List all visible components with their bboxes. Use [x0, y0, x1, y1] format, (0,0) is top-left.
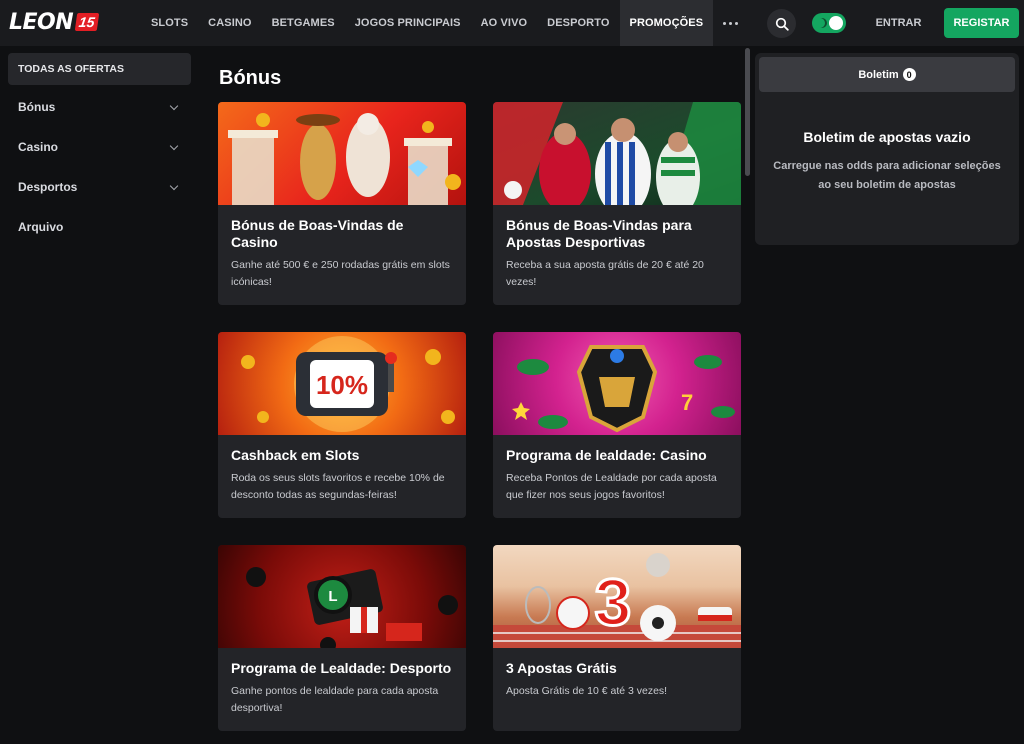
promo-card-casino-welcome[interactable]: Bónus de Boas-Vindas de Casino Ganhe até… [218, 102, 466, 305]
promo-image [218, 102, 466, 205]
promo-card-3-free-bets[interactable]: 3 3 Apostas Grátis Aposta Grátis de 10 €… [493, 545, 741, 731]
promo-card-sports-welcome[interactable]: Bónus de Boas-Vindas para Apostas Despor… [493, 102, 741, 305]
page-title: Bónus [219, 67, 282, 89]
sidebar-item-label: Bónus [18, 100, 56, 114]
promo-card-title: Cashback em Slots [231, 447, 360, 463]
chevron-down-icon [169, 141, 179, 150]
promo-card-desc: Ganhe até 500 € e 250 rodadas grátis em … [231, 259, 450, 288]
promo-card-title: Programa de lealdade: Casino [506, 447, 707, 463]
betslip-tab-label: Boletim [858, 68, 899, 81]
sidebar-item-label: Casino [18, 140, 59, 154]
promo-image: 7 [493, 332, 741, 435]
promo-card-title: Bónus de Boas-Vindas para Apostas Despor… [506, 217, 692, 250]
promo-card-title: Bónus de Boas-Vindas de Casino [231, 217, 404, 250]
betslip-count-badge: 0 [902, 68, 916, 81]
promo-image: L [218, 545, 466, 648]
betslip-empty-title: Boletim de apostas vazio [803, 129, 971, 145]
svg-text:10%: 10% [316, 370, 368, 400]
chevron-down-icon [169, 101, 179, 110]
promo-card-desc: Roda os seus slots favoritos e recebe 10… [231, 472, 445, 501]
nav-desporto[interactable]: DESPORTO [537, 0, 619, 46]
sidebar-item-casino[interactable]: Casino [8, 127, 191, 167]
promo-card-sports-loyalty[interactable]: L Programa de Lealdade: Desporto Ganhe p… [218, 545, 466, 731]
search-icon [775, 17, 789, 31]
svg-text:L: L [328, 588, 337, 605]
logo-badge: 15 [74, 13, 100, 31]
sidebar-item-arquivo[interactable]: Arquivo [8, 207, 191, 247]
promo-sidebar: TODAS AS OFERTAS Bónus Casino Desportos … [8, 53, 191, 247]
main-nav: SLOTS CASINO BETGAMES JOGOS PRINCIPAIS A… [141, 0, 748, 46]
more-menu-icon[interactable] [713, 0, 748, 46]
betslip-tab[interactable]: Boletim 0 [759, 57, 1015, 92]
nav-promocoes[interactable]: PROMOÇÕES [619, 0, 714, 46]
betslip-panel: Boletim 0 Boletim de apostas vazio Carre… [755, 53, 1019, 245]
sidebar-item-all-offers[interactable]: TODAS AS OFERTAS [8, 53, 191, 85]
search-button[interactable] [767, 9, 796, 38]
register-button[interactable]: REGISTAR [944, 8, 1019, 38]
sidebar-item-label: Desportos [18, 180, 78, 194]
promo-card-desc: Receba a sua aposta grátis de 20 € até 2… [506, 259, 704, 288]
promo-image: 10% [218, 332, 466, 435]
promotions-main: Bónus Bónus de Boas-Vindas de Casino Gan… [218, 53, 742, 744]
nav-casino[interactable]: CASINO [198, 0, 261, 46]
login-button[interactable]: ENTRAR [862, 8, 935, 38]
chevron-down-icon [169, 181, 179, 190]
promo-card-title: Programa de Lealdade: Desporto [231, 660, 452, 676]
betslip-empty-desc: Carregue nas odds para adicionar seleçõe… [773, 160, 1001, 191]
theme-toggle[interactable] [812, 13, 846, 33]
sidebar-item-label: Arquivo [18, 220, 64, 234]
toggle-knob [829, 16, 843, 30]
promo-card-title: 3 Apostas Grátis [506, 660, 617, 676]
promo-card-desc: Aposta Grátis de 10 € até 3 vezes! [506, 685, 668, 697]
promo-image [493, 102, 741, 205]
moon-icon [817, 18, 827, 28]
nav-slots[interactable]: SLOTS [141, 0, 198, 46]
promo-card-desc: Receba Pontos de Lealdade por cada apost… [506, 472, 717, 501]
nav-betgames[interactable]: BETGAMES [262, 0, 345, 46]
promo-card-casino-loyalty[interactable]: 7 Programa de lealdade: Casino Receba Po… [493, 332, 741, 518]
leon-logo[interactable]: LEON 15 [9, 8, 129, 36]
promo-card-slots-cashback[interactable]: 10% Cashback em Slots Roda os seus slots… [218, 332, 466, 518]
nav-jogos-principais[interactable]: JOGOS PRINCIPAIS [345, 0, 471, 46]
promo-card-desc: Ganhe pontos de lealdade para cada apost… [231, 685, 439, 714]
main-scrollbar[interactable] [745, 48, 751, 176]
promo-image: 3 [493, 545, 741, 648]
sidebar-item-bonus[interactable]: Bónus [8, 87, 191, 127]
logo-text: LEON [9, 9, 74, 35]
nav-ao-vivo[interactable]: AO VIVO [471, 0, 538, 46]
top-bar: LEON 15 SLOTS CASINO BETGAMES JOGOS PRIN… [0, 0, 1024, 46]
svg-text:3: 3 [595, 565, 632, 639]
scrollbar-thumb[interactable] [745, 48, 750, 176]
svg-text:7: 7 [681, 390, 693, 415]
sidebar-item-desportos[interactable]: Desportos [8, 167, 191, 207]
